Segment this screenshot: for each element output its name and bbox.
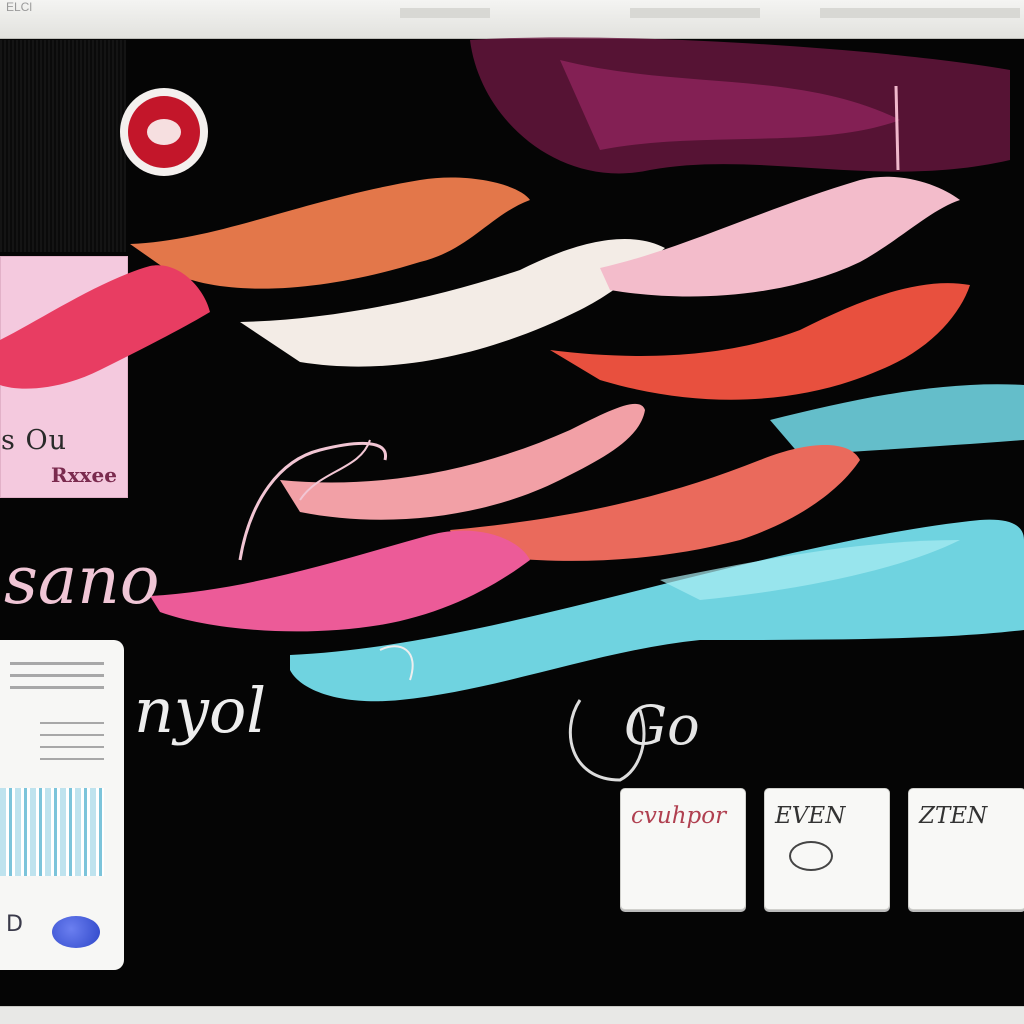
scribble-icon — [789, 841, 833, 871]
doc-text-line — [40, 734, 104, 736]
app-window: ELCl s Ou Rxxee sano nyol Go D cvuhpor E… — [0, 0, 1024, 1024]
key-button-2[interactable]: EVEN — [764, 788, 890, 910]
document-card[interactable]: D — [0, 640, 124, 970]
red-stroke-left — [0, 265, 210, 389]
status-bar — [0, 1006, 1024, 1024]
record-icon — [128, 96, 200, 168]
cyan-stroke-upper — [770, 384, 1024, 455]
pink-streak — [894, 85, 900, 171]
key-button-3[interactable]: ZTEN — [908, 788, 1024, 910]
script-text-2: nyol — [134, 674, 267, 747]
salmon-stroke — [280, 403, 645, 520]
doc-text-line — [40, 722, 104, 724]
magenta-stroke — [150, 530, 530, 632]
doc-text-line — [40, 758, 104, 760]
doc-card-letter: D — [6, 912, 23, 937]
key-label: ZTEN — [919, 803, 988, 829]
key-button-1[interactable]: cvuhpor — [620, 788, 746, 910]
doc-barcode — [0, 788, 104, 876]
doc-text-line — [40, 746, 104, 748]
doc-text-line — [10, 662, 104, 665]
script-text-1: sano — [4, 542, 160, 619]
pink-stroke-upper — [600, 176, 960, 297]
key-label: EVEN — [775, 803, 846, 829]
doc-text-line — [10, 674, 104, 677]
key-label: cvuhpor — [631, 803, 727, 829]
record-button[interactable] — [120, 88, 208, 176]
record-icon-core — [147, 119, 181, 145]
blue-blob-icon — [52, 916, 100, 948]
orange-stroke — [130, 177, 530, 289]
script-text-3: Go — [624, 694, 700, 757]
coral-stroke — [550, 283, 970, 400]
doc-text-line — [10, 686, 104, 689]
